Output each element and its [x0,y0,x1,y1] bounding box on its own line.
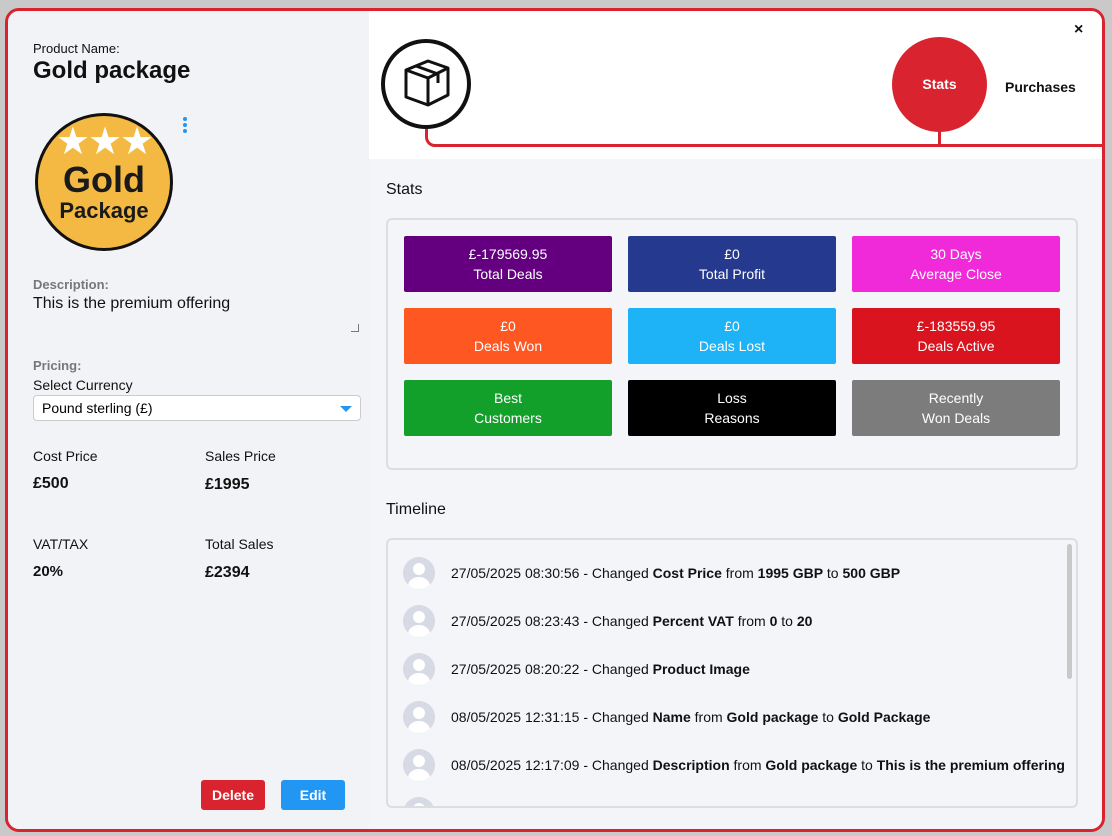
cost-price-label: Cost Price [33,448,98,464]
stat-label: Total Profit [698,266,766,282]
timeline-text: 08/05/2025 12:17:09 - Changed Descriptio… [451,757,1065,773]
description-field[interactable]: This is the premium offering [33,295,353,313]
avatar [403,701,435,733]
timeline-title: Timeline [386,501,446,518]
kebab-menu-icon[interactable] [180,115,190,137]
timeline-text: 27/05/2025 08:20:22 - Changed Product Im… [451,661,750,677]
stat-label: Deals Lost [698,338,766,354]
stats-title: Stats [386,181,423,198]
timeline-item: 08/05/2025 09:02:08 - Changed Cost Price… [403,796,900,806]
stat-value: £-179569.95 [468,246,548,262]
avatar [403,653,435,685]
timeline-text: 27/05/2025 08:30:56 - Changed Cost Price… [451,565,901,581]
box-icon [381,39,471,129]
stat-value: £0 [724,246,740,262]
stat-tile[interactable]: Loss Reasons [628,380,836,436]
stat-label: Total Deals [473,266,543,282]
stat-tile[interactable]: £0 Total Profit [628,236,836,292]
logo-line2: Package [59,198,149,223]
sales-price-label: Sales Price [205,448,276,464]
stat-value: £0 [500,318,516,334]
edit-button[interactable]: Edit [281,780,345,810]
product-image: ★★★ Gold Package [35,113,173,251]
stat-tile[interactable]: £0 Deals Won [404,308,612,364]
timeline-text: 08/05/2025 12:31:15 - Changed Name from … [451,709,931,725]
total-sales-value: £2394 [205,564,250,581]
product-name-label: Product Name: [33,41,120,56]
avatar [403,749,435,781]
stars-icon: ★★★ [55,121,154,163]
stat-label: Customers [474,410,542,426]
stat-value: £-183559.95 [916,318,996,334]
scrollbar[interactable] [1067,544,1072,679]
stat-value: Recently [928,390,984,406]
product-name: Gold package [33,57,191,84]
avatar [403,797,435,806]
product-modal: Product Name: Gold package ★★★ Gold Pack… [5,8,1105,832]
description-label: Description: [33,277,109,292]
stat-tile[interactable]: £-183559.95 Deals Active [852,308,1060,364]
cost-price-value: £500 [33,475,69,492]
total-sales-label: Total Sales [205,536,274,552]
tab-stats[interactable]: Stats [892,37,987,132]
timeline-item: 08/05/2025 12:17:09 - Changed Descriptio… [403,748,1065,782]
vat-value: 20% [33,563,64,580]
stat-label: Reasons [704,410,760,426]
timeline-text: 27/05/2025 08:23:43 - Changed Percent VA… [451,613,813,629]
currency-label: Select Currency [33,377,133,393]
tab-underline [431,144,1102,147]
tab-purchases[interactable]: Purchases [1005,79,1076,95]
resize-handle-icon[interactable] [351,324,359,332]
logo-line1: Gold [63,159,145,200]
pricing-label: Pricing: [33,358,82,373]
stat-value: £0 [724,318,740,334]
stat-tile[interactable]: 30 Days Average Close [852,236,1060,292]
stat-tile[interactable]: Recently Won Deals [852,380,1060,436]
stat-tile[interactable]: £-179569.95 Total Deals [404,236,612,292]
timeline-item: 08/05/2025 12:31:15 - Changed Name from … [403,700,930,734]
currency-value: Pound sterling (£) [42,400,153,416]
avatar [403,605,435,637]
timeline-item: 27/05/2025 08:20:22 - Changed Product Im… [403,652,750,686]
stat-label: Won Deals [921,410,991,426]
stat-label: Average Close [910,266,1002,282]
tab-header: Stats Purchases × [369,11,1102,159]
stat-tile[interactable]: £0 Deals Lost [628,308,836,364]
product-details-panel: Product Name: Gold package ★★★ Gold Pack… [8,11,369,829]
currency-select[interactable]: Pound sterling (£) [33,395,361,421]
stat-value: 30 Days [930,246,982,262]
timeline-item: 27/05/2025 08:30:56 - Changed Cost Price… [403,556,900,590]
timeline-item: 27/05/2025 08:23:43 - Changed Percent VA… [403,604,812,638]
timeline-list[interactable]: 27/05/2025 08:30:56 - Changed Cost Price… [386,538,1078,808]
tab-stats-stem [938,131,941,145]
avatar [403,557,435,589]
close-icon[interactable]: × [1074,21,1083,39]
chevron-down-icon [340,406,352,412]
timeline-text: 08/05/2025 09:02:08 - Changed Cost Price… [451,805,900,806]
stat-value: Best [493,390,522,406]
vat-label: VAT/TAX [33,536,89,552]
stat-tile[interactable]: Best Customers [404,380,612,436]
stat-value: Loss [717,390,747,406]
sales-price-value: £1995 [205,476,250,493]
stats-panel-area: Stats Purchases × Stats £-179569.95 Total… [369,11,1102,829]
stats-grid: £-179569.95 Total Deals £0 Total Profit 30 D… [386,218,1078,470]
delete-button[interactable]: Delete [201,780,265,810]
stat-label: Deals Won [473,338,543,354]
stat-label: Deals Active [917,338,995,354]
